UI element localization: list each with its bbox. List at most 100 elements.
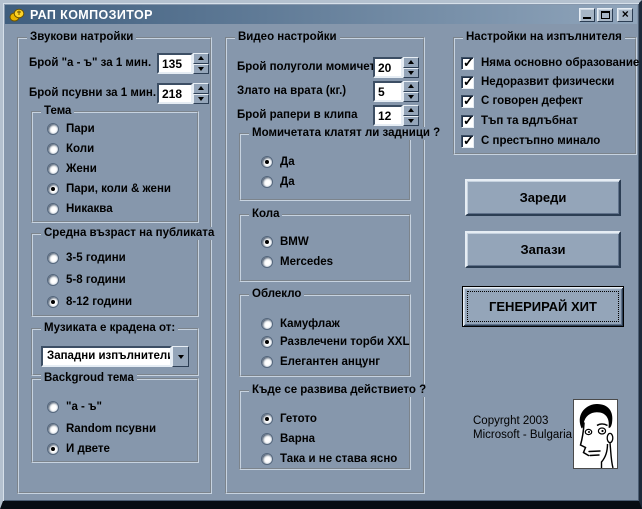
curses-count-label: Брой псувни за 1 мин. (29, 87, 156, 99)
radio-icon (47, 123, 59, 135)
radio-icon (47, 401, 59, 413)
group-car: Кола BMW Mercedes (239, 214, 411, 282)
rappers-count-input[interactable]: 12 (373, 105, 403, 126)
radio-icon (261, 336, 273, 348)
checkbox-no-education[interactable]: Няма основно образование (461, 56, 639, 70)
group-background-theme: Backgroud тема "а - ъ" Random псувни И д… (31, 378, 199, 463)
radio-booty-yes-2[interactable]: Да (261, 175, 295, 189)
option-label: 5-8 години (66, 274, 126, 286)
checkbox-dumb[interactable]: Тъп та вдлъбнат (461, 114, 578, 128)
aa-count-input[interactable]: 135 (157, 53, 193, 74)
checkbox-icon (461, 95, 474, 108)
radio-theme-money-cars-women[interactable]: Пари, коли & жени (47, 182, 171, 196)
option-label: Пари, коли & жени (66, 183, 171, 195)
radio-bg-both[interactable]: И двете (47, 442, 110, 456)
save-button[interactable]: Запази (465, 231, 621, 268)
radio-bg-aa[interactable]: "а - ъ" (47, 400, 102, 414)
option-label: "а - ъ" (66, 401, 102, 413)
radio-age-3-5[interactable]: 3-5 години (47, 251, 126, 265)
checkbox-underdeveloped[interactable]: Недоразвит физически (461, 75, 614, 89)
radio-icon (47, 296, 59, 308)
option-label: Коли (66, 143, 94, 155)
option-label: С престъпно минало (481, 135, 600, 147)
option-label: И двете (66, 443, 110, 455)
gold-spin-down-button[interactable] (403, 92, 419, 103)
radio-theme-money[interactable]: Пари (47, 122, 95, 136)
option-label: С говорен дефект (481, 95, 583, 107)
group-sound-title: Звукови натройки (27, 31, 136, 44)
checkbox-criminal-record[interactable]: С престъпно минало (461, 134, 600, 148)
radio-clothing-camouflage[interactable]: Камуфлаж (261, 317, 340, 331)
curses-count-input[interactable]: 218 (157, 83, 193, 104)
radio-bg-random-curses[interactable]: Random псувни (47, 422, 156, 436)
radio-icon (47, 252, 59, 264)
curses-spin-up-button[interactable] (193, 83, 209, 94)
radio-icon (261, 433, 273, 445)
radio-icon (261, 156, 273, 168)
checkbox-speech-defect[interactable]: С говорен дефект (461, 94, 583, 108)
combobox-dropdown-button[interactable] (172, 346, 189, 367)
load-button[interactable]: Зареди (465, 179, 621, 216)
option-label: Пари (66, 123, 95, 135)
radio-car-mercedes[interactable]: Mercedes (261, 255, 333, 269)
radio-theme-women[interactable]: Жени (47, 162, 97, 176)
aa-count-spinner: 135 (157, 53, 209, 74)
radio-booty-yes-1[interactable]: Да (261, 155, 295, 169)
radio-setting-ghetto[interactable]: Гетото (261, 412, 317, 426)
group-clothing: Облекло Камуфлаж Развлечени торби XXL Ел… (239, 294, 411, 377)
radio-icon (47, 203, 59, 215)
option-label: 8-12 години (66, 296, 132, 308)
copyright-line-2: Microsoft - Bulgaria (473, 429, 572, 441)
triangle-up-icon (198, 86, 204, 90)
gold-spin-up-button[interactable] (403, 81, 419, 92)
aa-spin-up-button[interactable] (193, 53, 209, 64)
option-label: Mercedes (280, 256, 333, 268)
radio-clothing-baggy-xxl[interactable]: Развлечени торби XXL (261, 335, 410, 349)
minimize-button[interactable] (579, 8, 595, 22)
girls-spin-up-button[interactable] (403, 57, 419, 68)
checkbox-icon (461, 76, 474, 89)
radio-theme-cars[interactable]: Коли (47, 142, 94, 156)
combobox-value: Западни изпълнители (41, 346, 172, 367)
girls-spin-down-button[interactable] (403, 68, 419, 79)
radio-car-bmw[interactable]: BMW (261, 235, 309, 249)
generate-hit-button[interactable]: ГЕНЕРИРАЙ ХИТ (462, 286, 624, 327)
triangle-up-icon (198, 56, 204, 60)
curses-count-spinner: 218 (157, 83, 209, 104)
radio-age-5-8[interactable]: 5-8 години (47, 273, 126, 287)
radio-icon (47, 183, 59, 195)
group-setting-title: Къде се развива действието ? (249, 384, 429, 397)
maximize-button[interactable] (597, 8, 613, 22)
checkbox-icon (461, 57, 474, 70)
coins-icon (9, 7, 25, 22)
radio-icon (47, 274, 59, 286)
triangle-up-icon (408, 60, 414, 64)
radio-theme-none[interactable]: Никаква (47, 202, 113, 216)
gold-kg-label: Злато на врата (кг.) (237, 85, 346, 97)
girls-count-input[interactable]: 20 (373, 57, 403, 78)
option-label: 3-5 години (66, 252, 126, 264)
option-label: Тъп та вдлъбнат (481, 115, 578, 127)
titlebar[interactable]: РАП КОМПОЗИТОР × (5, 5, 637, 24)
radio-icon (47, 143, 59, 155)
radio-age-8-12[interactable]: 8-12 години (47, 295, 132, 309)
radio-icon (47, 443, 59, 455)
curses-count-value: 218 (162, 87, 182, 101)
close-button[interactable]: × (617, 8, 633, 22)
rappers-spin-down-button[interactable] (403, 116, 419, 127)
triangle-down-icon (408, 95, 414, 99)
radio-icon (261, 236, 273, 248)
radio-setting-varna[interactable]: Варна (261, 432, 315, 446)
combobox-selected-text: Западни изпълнители (47, 350, 172, 362)
radio-setting-unclear[interactable]: Така и не става ясно (261, 452, 397, 466)
gold-kg-input[interactable]: 5 (373, 81, 403, 102)
radio-clothing-tracksuit[interactable]: Елегантен анцунг (261, 355, 380, 369)
option-label: BMW (280, 236, 309, 248)
checkbox-icon (461, 135, 474, 148)
cartoon-face-image (573, 399, 618, 469)
curses-spin-down-button[interactable] (193, 94, 209, 105)
aa-spin-down-button[interactable] (193, 64, 209, 75)
music-source-combobox[interactable]: Западни изпълнители (41, 346, 189, 367)
triangle-down-icon (198, 97, 204, 101)
rappers-spin-up-button[interactable] (403, 105, 419, 116)
